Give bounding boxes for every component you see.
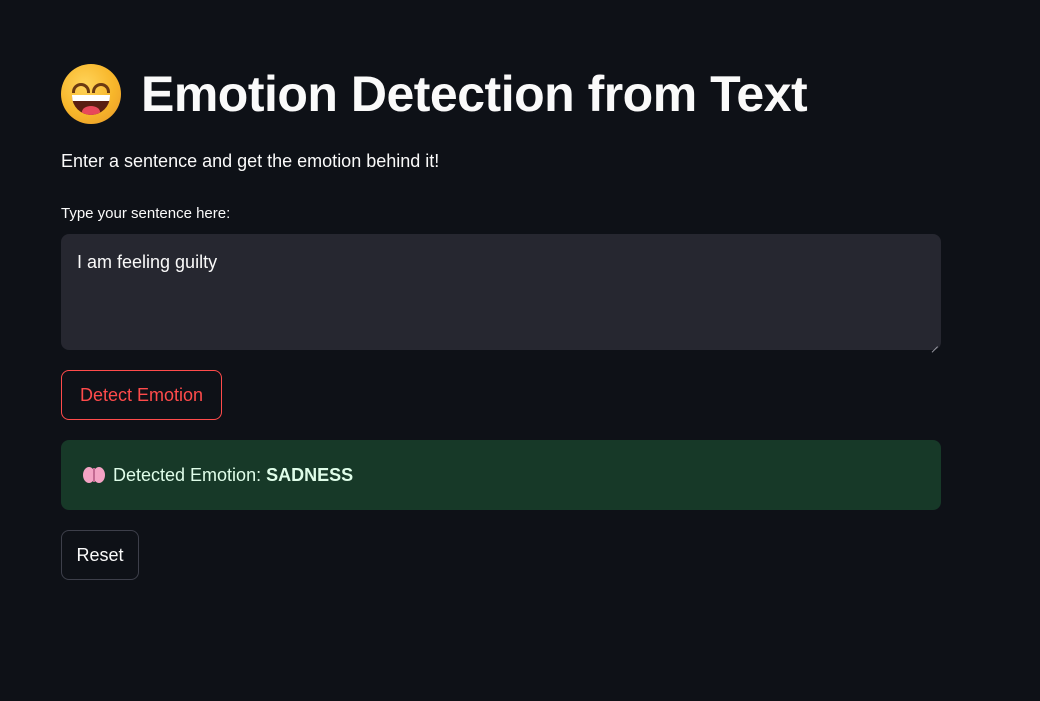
sentence-input-label: Type your sentence here: bbox=[61, 205, 231, 222]
grinning-face-icon bbox=[61, 64, 121, 124]
detect-emotion-button[interactable]: Detect Emotion bbox=[61, 370, 222, 420]
page-title: Emotion Detection from Text bbox=[141, 66, 808, 122]
sentence-textarea[interactable] bbox=[61, 234, 941, 350]
sentence-textarea-container bbox=[61, 234, 941, 350]
resize-handle-icon[interactable] bbox=[930, 339, 938, 347]
result-prefix: Detected Emotion: bbox=[113, 464, 267, 485]
result-text: Detected Emotion: SADNESS bbox=[113, 465, 353, 486]
result-alert: Detected Emotion: SADNESS bbox=[61, 440, 941, 510]
reset-button[interactable]: Reset bbox=[61, 530, 139, 580]
detected-emotion-value: SADNESS bbox=[266, 464, 354, 485]
title-row: Emotion Detection from Text bbox=[61, 58, 808, 130]
page-subtitle: Enter a sentence and get the emotion beh… bbox=[61, 151, 440, 171]
app-page: Emotion Detection from Text Enter a sent… bbox=[0, 0, 1040, 701]
brain-icon bbox=[83, 466, 105, 484]
